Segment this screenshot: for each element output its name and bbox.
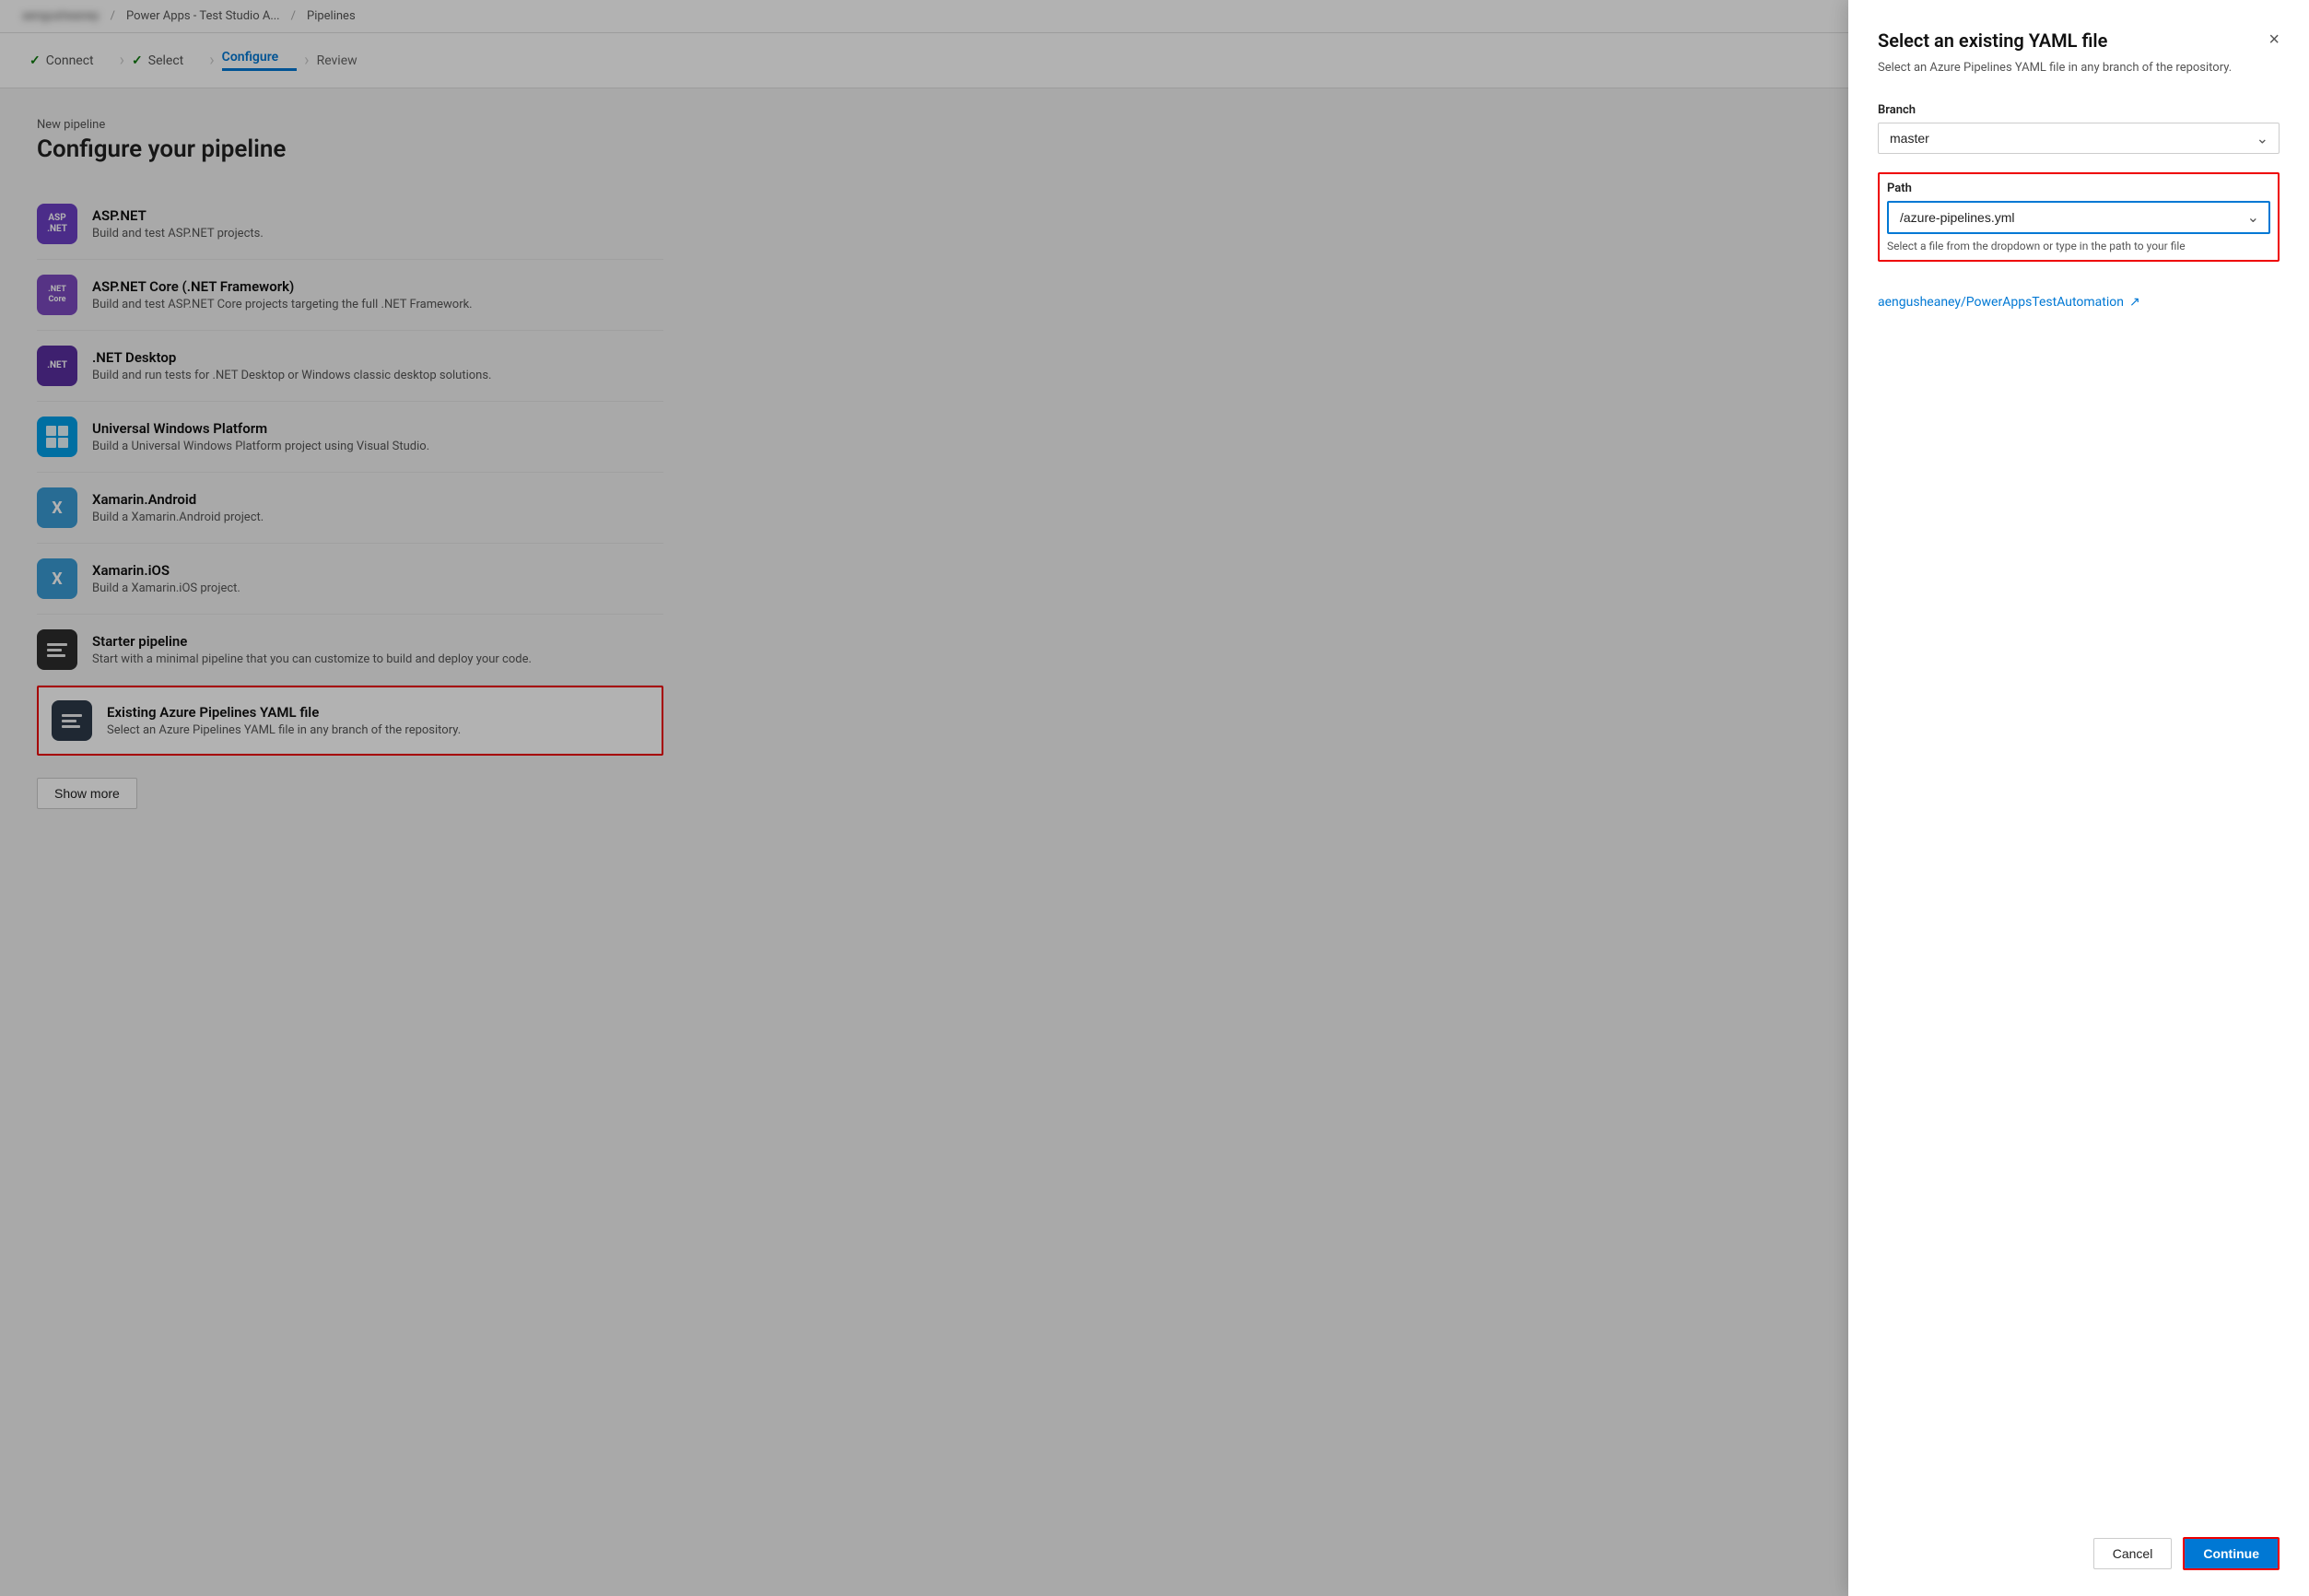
modal-panel: Select an existing YAML file × Select an…	[1848, 0, 2309, 1596]
modal-header: Select an existing YAML file ×	[1878, 29, 2280, 52]
path-form-group: Path ⌄ Select a file from the dropdown o…	[1878, 172, 2280, 262]
repo-link[interactable]: aengusheaney/PowerAppsTestAutomation ↗	[1878, 295, 2280, 310]
continue-button[interactable]: Continue	[2183, 1537, 2280, 1570]
modal-subtitle: Select an Azure Pipelines YAML file in a…	[1878, 59, 2280, 77]
branch-form-group: Branch master main develop ⌄	[1878, 103, 2280, 154]
modal-overlay: Select an existing YAML file × Select an…	[0, 0, 2309, 1596]
external-link-icon: ↗	[2129, 295, 2140, 310]
path-input[interactable]	[1889, 203, 2238, 232]
modal-footer: Cancel Continue	[1878, 1515, 2280, 1570]
cancel-button[interactable]: Cancel	[2093, 1538, 2173, 1569]
path-hint: Select a file from the dropdown or type …	[1887, 240, 2270, 252]
modal-close-button[interactable]: ×	[2268, 29, 2280, 51]
path-input-wrapper[interactable]: ⌄	[1887, 201, 2270, 234]
path-label: Path	[1887, 182, 2270, 195]
modal-title: Select an existing YAML file	[1878, 29, 2107, 52]
path-chevron-icon[interactable]: ⌄	[2238, 208, 2268, 226]
branch-label: Branch	[1878, 103, 2280, 117]
branch-select-wrapper[interactable]: master main develop ⌄	[1878, 123, 2280, 154]
branch-select[interactable]: master main develop	[1878, 123, 2280, 154]
repo-link-text: aengusheaney/PowerAppsTestAutomation	[1878, 295, 2124, 310]
